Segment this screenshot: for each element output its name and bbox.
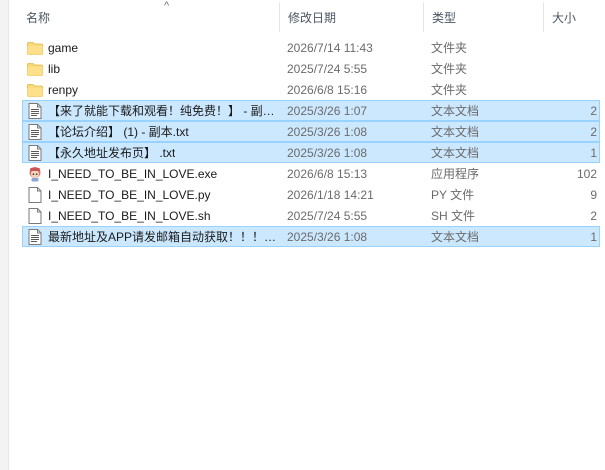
file-name: game — [48, 40, 79, 55]
file-type: 文本文档 — [431, 125, 480, 139]
file-size — [543, 38, 597, 57]
file-row[interactable]: 最新地址及APP请发邮箱自动获取！！！… 2025/3/26 1:08 文本文档 1 — [22, 226, 600, 247]
column-header-size[interactable]: 大小 — [544, 0, 605, 34]
column-header-date-label: 修改日期 — [288, 10, 337, 25]
file-name-cell: renpy — [27, 80, 279, 99]
file-modified-date: 2026/7/14 11:43 — [287, 40, 373, 55]
file-size: 9 — [590, 187, 597, 202]
file-type: 文件夹 — [431, 83, 468, 97]
file-modified-date: 2025/7/24 5:55 — [287, 61, 368, 76]
file-type: 应用程序 — [431, 167, 480, 181]
file-type: SH 文件 — [431, 209, 476, 223]
file-name-cell: I_NEED_TO_BE_IN_LOVE.sh — [27, 206, 279, 225]
sort-ascending-icon: ^ — [164, 0, 170, 12]
file-size: 1 — [590, 145, 597, 160]
file-name-cell: 最新地址及APP请发邮箱自动获取！！！… — [27, 227, 279, 246]
file-name-cell: 【永久地址发布页】 .txt — [27, 143, 279, 162]
file-size: 102 — [576, 166, 597, 181]
navigation-pane-edge — [0, 0, 9, 470]
file-size — [543, 59, 597, 78]
file-name-cell: lib — [27, 59, 279, 78]
file-modified-date: 2025/3/26 1:08 — [287, 124, 368, 139]
file-explorer-window: 名称 ^ 修改日期 类型 大小 game 2026/7/14 11:43 文件夹 li… — [0, 0, 605, 470]
file-row[interactable]: I_NEED_TO_BE_IN_LOVE.sh 2025/7/24 5:55 SH … — [22, 205, 600, 226]
file-row[interactable]: I_NEED_TO_BE_IN_LOVE.py 2026/1/18 14:21 PY… — [22, 184, 600, 205]
file-row[interactable]: I_NEED_TO_BE_IN_LOVE.exe 2026/6/8 15:13 应用… — [22, 163, 600, 184]
blank-file-icon — [27, 207, 43, 224]
file-type: PY 文件 — [431, 188, 475, 202]
file-modified-date: 2025/7/24 5:55 — [287, 208, 368, 223]
file-modified-date: 2026/1/18 14:21 — [287, 187, 374, 202]
file-modified-date: 2026/6/8 15:16 — [287, 82, 368, 97]
file-type: 文件夹 — [431, 41, 468, 55]
file-name: 【来了就能下载和观看！纯免费！】 - 副… — [48, 104, 275, 118]
file-modified-date: 2026/6/8 15:13 — [287, 166, 368, 181]
file-type: 文本文档 — [431, 104, 480, 118]
column-header-name-label: 名称 — [26, 10, 51, 25]
file-name: I_NEED_TO_BE_IN_LOVE.py — [48, 187, 211, 202]
file-modified-date: 2025/3/26 1:08 — [287, 145, 368, 160]
file-row[interactable]: lib 2025/7/24 5:55 文件夹 — [22, 58, 600, 79]
file-name: 【论坛介绍】 (1) - 副本.txt — [48, 125, 189, 139]
file-name: I_NEED_TO_BE_IN_LOVE.sh — [48, 208, 211, 223]
column-header-type[interactable]: 类型 — [424, 0, 544, 34]
file-size: 2 — [590, 208, 597, 223]
file-size — [543, 80, 597, 99]
file-row[interactable]: 【来了就能下载和观看！纯免费！】 - 副… 2025/3/26 1:07 文本文档 2 — [22, 100, 600, 121]
file-size: 2 — [590, 124, 597, 139]
file-name: renpy — [48, 82, 79, 97]
file-name: I_NEED_TO_BE_IN_LOVE.exe — [48, 166, 218, 181]
file-name: 【永久地址发布页】 .txt — [48, 146, 176, 160]
column-header-size-label: 大小 — [552, 10, 577, 25]
folder-icon — [27, 40, 43, 56]
text-document-icon — [27, 228, 43, 245]
file-type: 文件夹 — [431, 62, 468, 76]
file-name-cell: 【来了就能下载和观看！纯免费！】 - 副… — [27, 101, 279, 120]
file-size: 2 — [590, 103, 597, 118]
text-document-icon — [27, 102, 43, 119]
file-type: 文本文档 — [431, 146, 480, 160]
blank-file-icon — [27, 186, 43, 203]
file-type: 文本文档 — [431, 230, 480, 244]
file-row[interactable]: game 2026/7/14 11:43 文件夹 — [22, 37, 600, 58]
file-row[interactable]: renpy 2026/6/8 15:16 文件夹 — [22, 79, 600, 100]
file-list: game 2026/7/14 11:43 文件夹 lib 2025/7/24 5:55 文… — [22, 37, 600, 247]
column-header-date[interactable]: 修改日期 — [280, 0, 424, 34]
column-header-name[interactable]: 名称 ^ — [18, 0, 280, 34]
file-name-cell: I_NEED_TO_BE_IN_LOVE.exe — [27, 164, 279, 183]
folder-icon — [27, 61, 43, 77]
text-document-icon — [27, 144, 43, 161]
column-header-bar: 名称 ^ 修改日期 类型 大小 — [18, 0, 605, 34]
app-executable-icon — [27, 166, 43, 182]
text-document-icon — [27, 123, 43, 140]
file-name: lib — [48, 61, 61, 76]
file-name-cell: 【论坛介绍】 (1) - 副本.txt — [27, 122, 279, 141]
file-row[interactable]: 【永久地址发布页】 .txt 2025/3/26 1:08 文本文档 1 — [22, 142, 600, 163]
column-header-type-label: 类型 — [432, 10, 457, 25]
file-size: 1 — [590, 229, 597, 244]
file-modified-date: 2025/3/26 1:07 — [287, 103, 368, 118]
file-name-cell: game — [27, 38, 279, 57]
folder-icon — [27, 82, 43, 98]
file-name-cell: I_NEED_TO_BE_IN_LOVE.py — [27, 185, 279, 204]
file-modified-date: 2025/3/26 1:08 — [287, 229, 368, 244]
file-name: 最新地址及APP请发邮箱自动获取！！！… — [48, 230, 277, 244]
file-row[interactable]: 【论坛介绍】 (1) - 副本.txt 2025/3/26 1:08 文本文档 2 — [22, 121, 600, 142]
